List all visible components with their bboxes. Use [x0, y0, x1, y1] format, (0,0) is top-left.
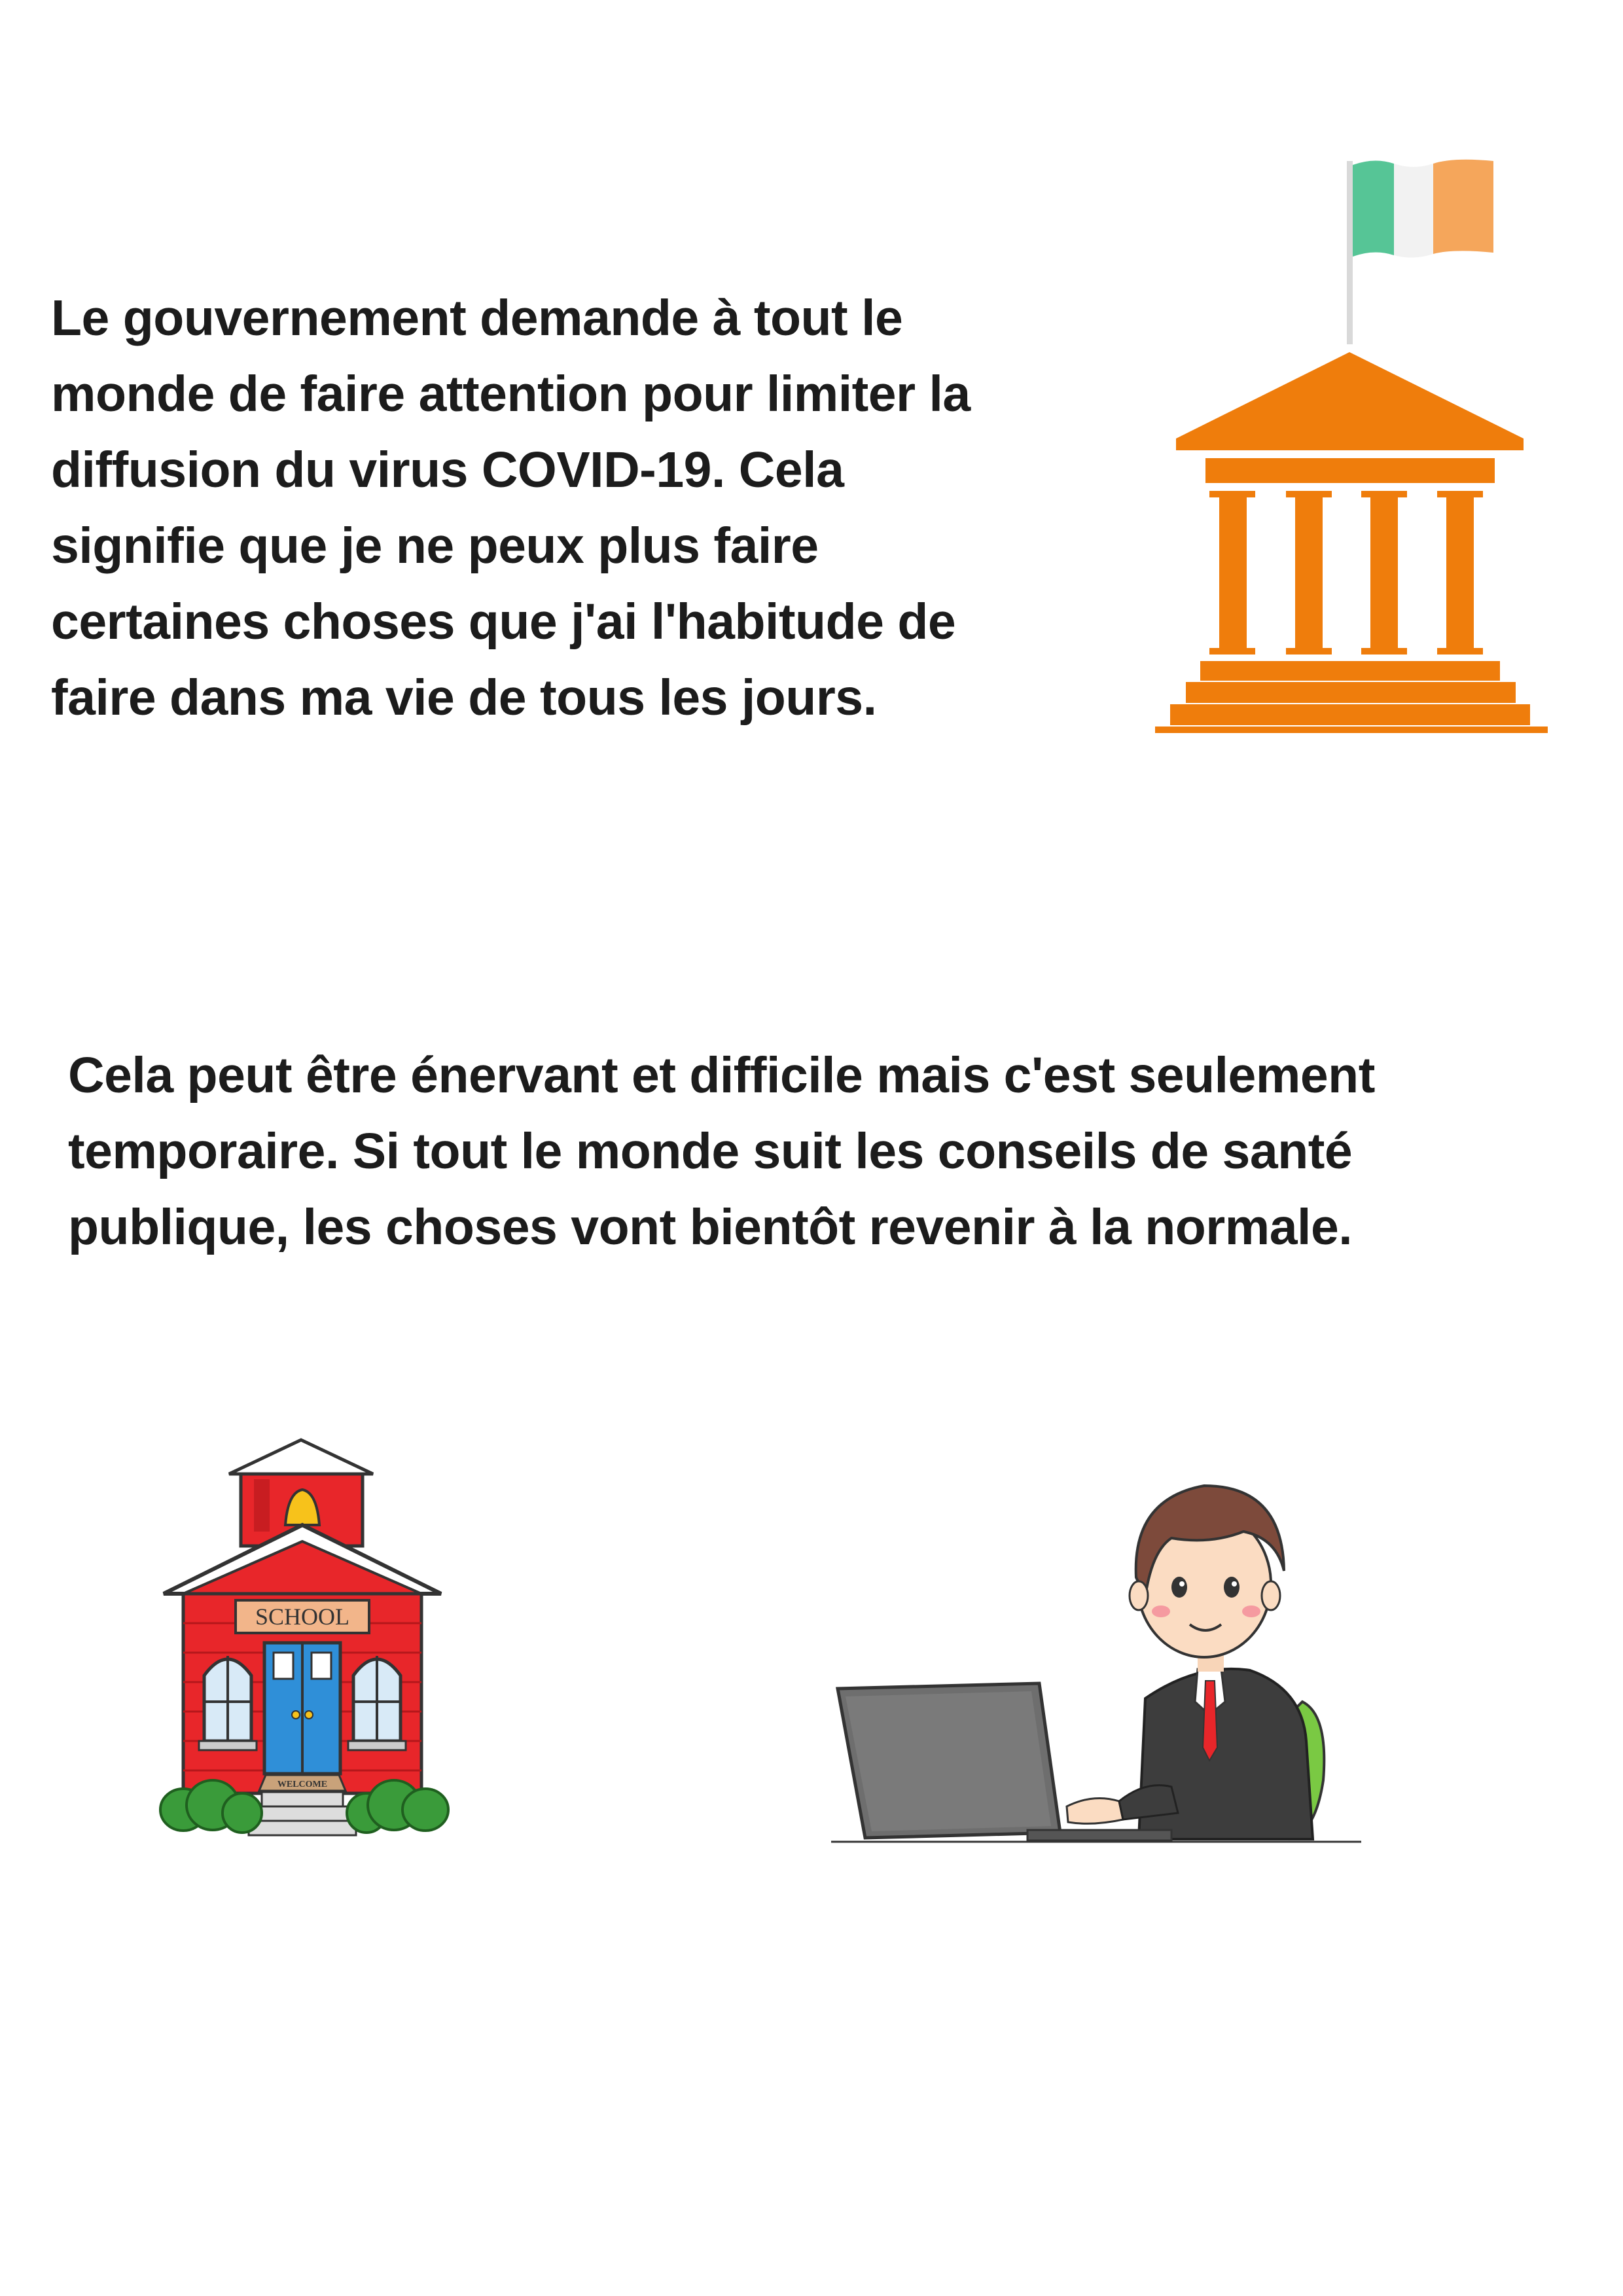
text-line: temporaire. Si tout le monde suit les co… [68, 1123, 1353, 1179]
text-line: monde de faire attention pour limiter la [51, 366, 971, 422]
man-at-laptop-icon [831, 1484, 1361, 1843]
text-line: faire dans ma vie de tous les jours. [51, 670, 877, 726]
school-sign-text: SCHOOL [255, 1604, 349, 1630]
page: Le gouvernement demande à tout le monde … [0, 0, 1623, 2296]
paragraph-temporary-measures: Cela peut être énervant et difficile mai… [68, 1037, 1573, 1265]
flag-icon [1347, 159, 1493, 344]
welcome-mat-text: WELCOME [277, 1780, 327, 1789]
text-line: publique, les choses vont bientôt reveni… [68, 1199, 1353, 1255]
paragraph-government-restrictions: Le gouvernement demande à tout le monde … [51, 280, 1111, 736]
text-line: diffusion du virus COVID-19. Cela [51, 442, 844, 498]
text-line: signifie que je ne peux plus faire [51, 518, 819, 574]
text-line: certaines choses que j'ai l'habitude de [51, 594, 956, 650]
text-line: Le gouvernement demande à tout le [51, 290, 903, 346]
text-line: Cela peut être énervant et difficile mai… [68, 1047, 1375, 1103]
government-building-icon [1155, 159, 1548, 733]
school-building-icon: SCHOOL WELCOME [159, 1438, 450, 1837]
